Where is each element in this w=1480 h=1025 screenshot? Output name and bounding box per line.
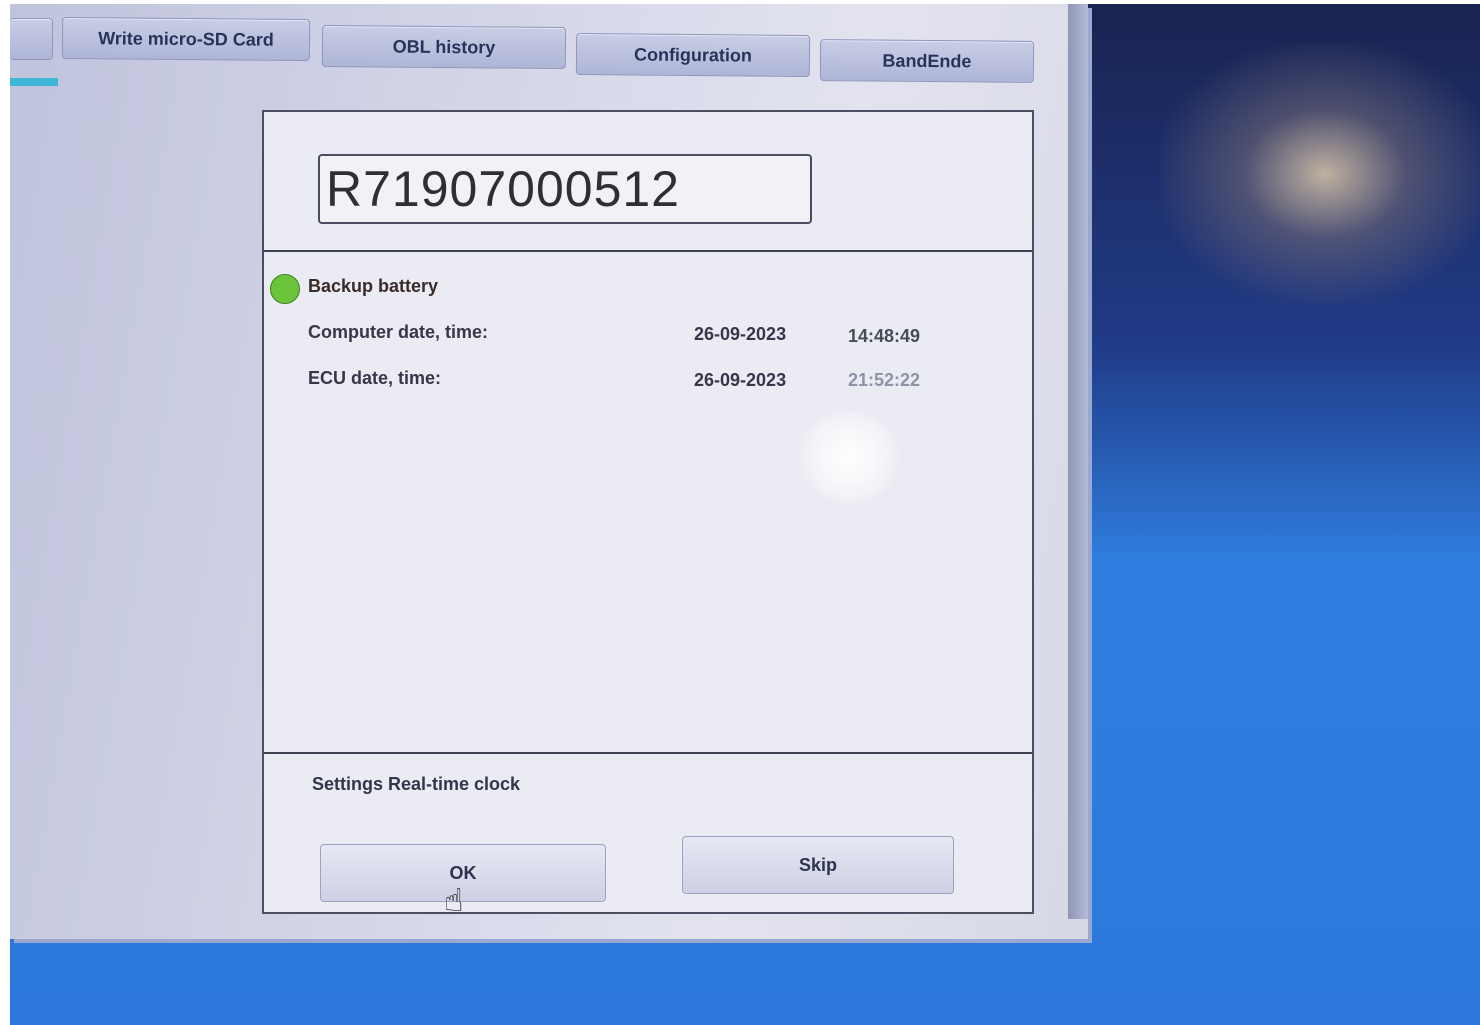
rtc-settings-dialog: R71907000512 Backup battery Computer dat…: [262, 110, 1034, 918]
active-tab-indicator: [10, 78, 58, 86]
backup-battery-label: Backup battery: [308, 276, 439, 296]
computer-date-value: 26-09-2023: [694, 324, 787, 344]
monitor-screen: Write micro-SD Card OBL history Configur…: [10, 4, 1480, 1025]
ecu-time-value: 21:52:22: [848, 370, 921, 390]
tab-partial[interactable]: [10, 18, 53, 60]
tab-write-micro-sd-card[interactable]: Write micro-SD Card: [61, 16, 311, 62]
tab-bandende[interactable]: BandEnde: [819, 39, 1035, 83]
window-border: [1068, 4, 1088, 919]
computer-datetime-label: Computer date, time:: [308, 322, 489, 342]
tab-configuration[interactable]: Configuration: [575, 32, 811, 78]
dialog-footer: Settings Real-time clock OK Skip ☝: [264, 752, 1032, 918]
ecu-date-value: 26-09-2023: [694, 370, 787, 390]
application-window: Write micro-SD Card OBL history Configur…: [10, 4, 1088, 939]
hand-pointer-icon: ☝: [444, 882, 464, 918]
status-text: Settings Real-time clock: [312, 774, 521, 794]
screen-glare-hotspot: [794, 412, 904, 502]
skip-button[interactable]: Skip: [682, 836, 954, 894]
screen-glare: [1160, 44, 1480, 304]
dialog-body: Backup battery Computer date, time: 26-0…: [264, 252, 1032, 752]
status-dot-icon: [270, 274, 300, 304]
dialog-header: R71907000512: [264, 112, 1032, 252]
serial-number-display: R71907000512: [318, 154, 812, 224]
ecu-datetime-label: ECU date, time:: [308, 368, 442, 388]
computer-time-value: 14:48:49: [848, 326, 921, 346]
tab-obl-history[interactable]: OBL history: [321, 24, 567, 70]
